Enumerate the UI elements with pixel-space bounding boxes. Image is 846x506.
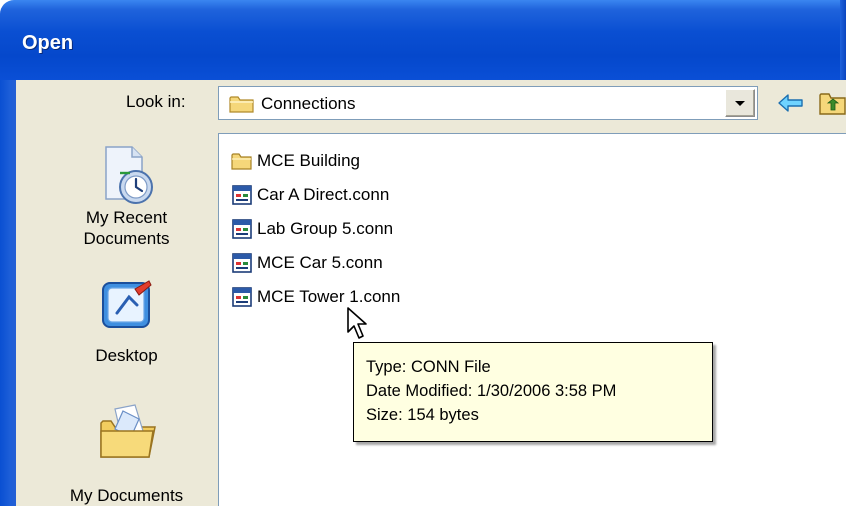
file-name: MCE Tower 1.conn: [257, 287, 401, 306]
place-label: Desktop: [95, 346, 158, 365]
conn-file-icon: [231, 218, 253, 240]
file-name: Car A Direct.conn: [257, 185, 390, 204]
place-my-documents[interactable]: My Documents: [44, 401, 209, 506]
dialog-title: Open: [22, 32, 74, 54]
look-in-dropdown[interactable]: Connections: [218, 86, 758, 120]
file-list[interactable]: MCE Building Car A Direct.conn Lab Group…: [218, 133, 846, 506]
list-item-file[interactable]: Lab Group 5.conn: [231, 215, 393, 243]
file-name: MCE Car 5.conn: [257, 253, 383, 272]
title-bar[interactable]: Open: [0, 0, 846, 80]
desktop-icon: [97, 275, 157, 335]
place-label: My Recent: [85, 208, 168, 227]
dropdown-button[interactable]: [725, 89, 755, 117]
tooltip-date-modified: Date Modified: 1/30/2006 3:58 PM: [366, 382, 617, 400]
place-label: My Documents: [69, 486, 184, 505]
up-folder-icon: [819, 93, 846, 115]
my-documents-icon: [95, 401, 159, 463]
up-one-level-button[interactable]: [819, 90, 846, 116]
place-label-line2: Documents: [83, 229, 170, 248]
place-desktop[interactable]: Desktop: [44, 275, 209, 366]
window-frame-left: [0, 80, 16, 506]
mouse-pointer-icon: [346, 306, 374, 342]
file-name: MCE Building: [257, 151, 360, 170]
file-info-tooltip: Type: CONN File Date Modified: 1/30/2006…: [353, 342, 713, 442]
back-arrow-icon: [778, 94, 803, 112]
list-item-file[interactable]: MCE Car 5.conn: [231, 249, 383, 277]
open-dialog: Open Look in: Connections My Recent Docu…: [0, 0, 846, 506]
file-name: Lab Group 5.conn: [257, 219, 394, 238]
look-in-label: Look in:: [126, 92, 186, 111]
folder-icon: [229, 94, 255, 119]
tooltip-size: Size: 154 bytes: [366, 406, 479, 424]
title-bar-edge: [840, 0, 846, 80]
list-item-file[interactable]: Car A Direct.conn: [231, 181, 389, 209]
place-my-recent-documents[interactable]: My Recent Documents: [44, 143, 209, 249]
conn-file-icon: [231, 252, 253, 274]
list-item-file[interactable]: MCE Tower 1.conn: [231, 283, 400, 311]
places-bar: My Recent Documents Desktop My Documents: [44, 133, 209, 506]
list-item-folder[interactable]: MCE Building: [231, 147, 360, 175]
recent-documents-icon: [94, 143, 160, 207]
look-in-value: Connections: [261, 94, 356, 113]
chevron-down-icon: [735, 101, 745, 106]
tooltip-type: Type: CONN File: [366, 358, 491, 376]
conn-file-icon: [231, 286, 253, 308]
back-button[interactable]: [776, 92, 806, 114]
dialog-client-area: Look in: Connections My Recent Documents…: [16, 80, 846, 506]
conn-file-icon: [231, 184, 253, 206]
folder-icon: [231, 150, 253, 172]
